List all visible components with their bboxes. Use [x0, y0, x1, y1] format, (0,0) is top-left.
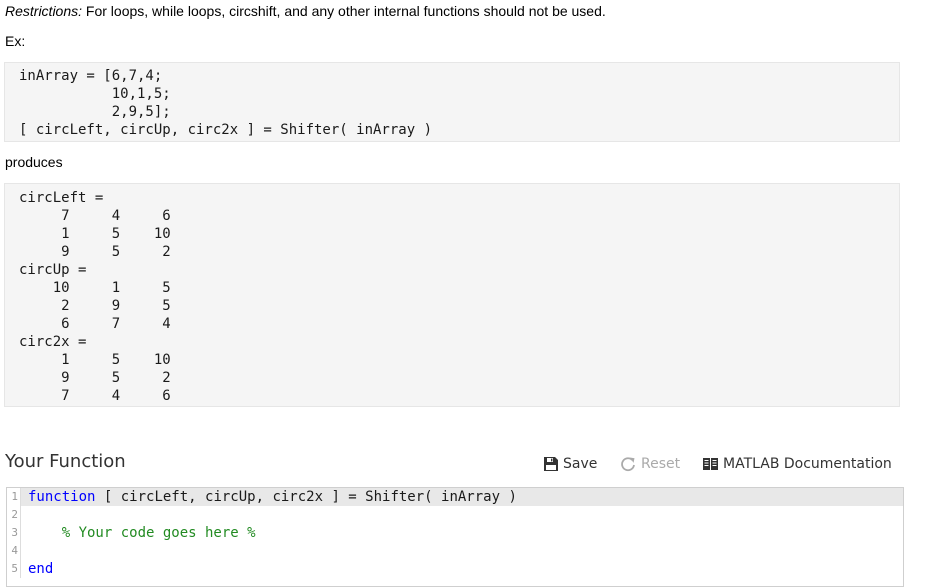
line-code[interactable] — [21, 542, 28, 560]
line-number: 2 — [7, 506, 21, 524]
line-code[interactable]: function [ circLeft, circUp, circ2x ] = … — [21, 488, 517, 506]
line-number: 1 — [7, 488, 21, 506]
reset-button[interactable]: Reset — [620, 454, 680, 474]
save-label: Save — [563, 456, 598, 472]
produces-label: produces — [5, 154, 63, 170]
editor-line-5[interactable]: 5 end — [7, 560, 903, 578]
reset-label: Reset — [641, 456, 681, 472]
matlab-documentation-button[interactable]: MATLAB Documentation — [702, 454, 892, 474]
restrictions-label: Restrictions: — [5, 3, 83, 19]
restrictions-body: For loops, while loops, circshift, and a… — [82, 3, 606, 19]
example-code-block: inArray = [6,7,4; 10,1,5; 2,9,5]; [ circ… — [4, 62, 900, 142]
output-code: circLeft = 7 4 6 1 5 10 9 5 2 circUp = 1… — [19, 190, 171, 404]
editor-line-4[interactable]: 4 — [7, 542, 903, 560]
save-button[interactable]: Save — [543, 454, 597, 474]
code-comment[interactable]: % Your code goes here % — [21, 524, 256, 542]
end-keyword[interactable]: end — [21, 560, 53, 578]
example-label: Ex: — [5, 33, 26, 49]
line-number: 5 — [7, 560, 21, 578]
editor-line-1[interactable]: 1 function [ circLeft, circUp, circ2x ] … — [7, 488, 903, 506]
line-code[interactable] — [21, 506, 28, 524]
output-code-block: circLeft = 7 4 6 1 5 10 9 5 2 circUp = 1… — [4, 183, 900, 407]
editor-line-2[interactable]: 2 — [7, 506, 903, 524]
reset-icon — [621, 457, 635, 472]
restrictions-text: Restrictions: For loops, while loops, ci… — [5, 3, 606, 20]
save-icon — [544, 457, 558, 471]
docs-label: MATLAB Documentation — [723, 456, 892, 472]
line-number: 4 — [7, 542, 21, 560]
function-keyword: function — [28, 489, 96, 505]
function-signature: [ circLeft, circUp, circ2x ] = Shifter( … — [95, 489, 517, 505]
line-number: 3 — [7, 524, 21, 542]
example-code: inArray = [6,7,4; 10,1,5; 2,9,5]; [ circ… — [19, 68, 433, 138]
section-title: Your Function — [5, 451, 126, 472]
code-editor[interactable]: 1 function [ circLeft, circUp, circ2x ] … — [6, 487, 904, 587]
book-icon — [703, 458, 718, 470]
editor-line-3[interactable]: 3 % Your code goes here % — [7, 524, 903, 542]
